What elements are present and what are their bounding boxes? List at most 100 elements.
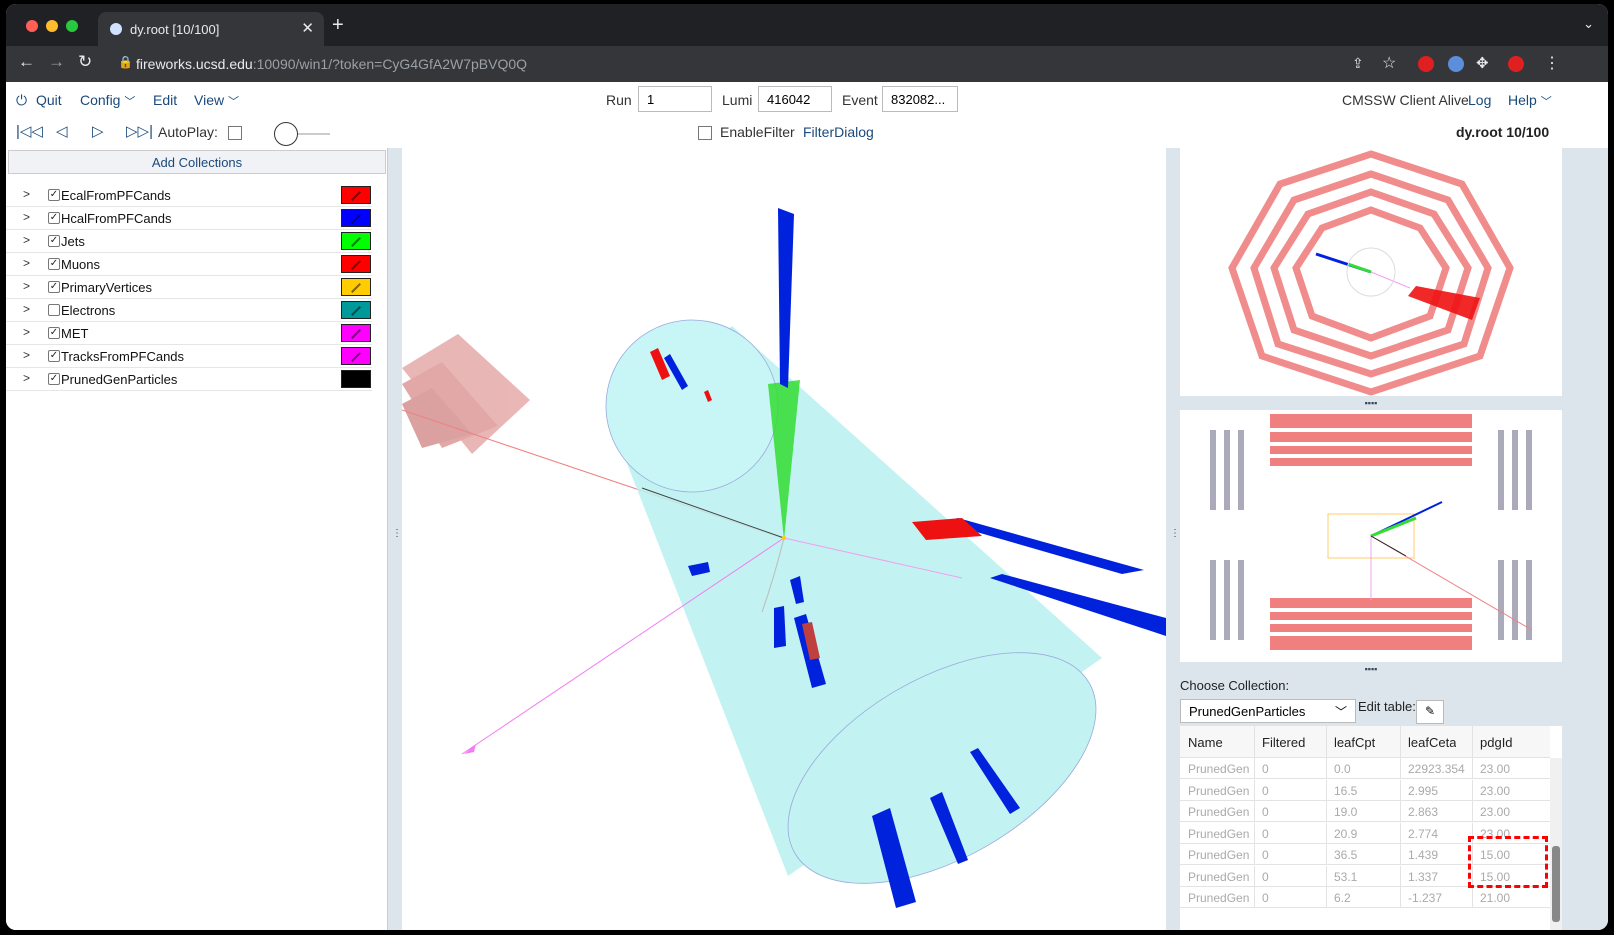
forward-arrow-icon[interactable]: →: [48, 52, 65, 72]
table-row[interactable]: PrunedGen 0 16.5 2.995 23.00: [1180, 779, 1550, 801]
reload-icon[interactable]: ↻: [78, 52, 92, 72]
collection-row[interactable]: > ✓ Muons: [6, 253, 372, 276]
collection-color-swatch[interactable]: [341, 324, 371, 342]
rphi-view[interactable]: [1180, 148, 1562, 396]
collection-label: PrunedGenParticles: [61, 372, 178, 387]
collection-row[interactable]: > ✓ EcalFromPFCands: [6, 184, 372, 207]
collection-visibility-checkbox[interactable]: ✓: [48, 281, 60, 293]
extension-shield-icon[interactable]: [1418, 56, 1434, 72]
browser-menu-icon[interactable]: ⋮: [1544, 53, 1560, 73]
chevron-down-icon: ﹀: [124, 96, 136, 108]
table-cell: PrunedGen: [1188, 869, 1250, 884]
enable-filter-checkbox[interactable]: [698, 126, 712, 140]
column-header[interactable]: Filtered: [1262, 735, 1305, 750]
collection-row[interactable]: > ✓ TracksFromPFCands: [6, 345, 372, 368]
window-close-dot[interactable]: [26, 20, 38, 32]
new-tab-button[interactable]: +: [332, 14, 344, 37]
chevron-right-icon[interactable]: >: [23, 325, 30, 339]
collection-visibility-checkbox[interactable]: ✓: [48, 258, 60, 270]
profile-avatar-icon[interactable]: [1508, 56, 1524, 72]
collection-row[interactable]: > ✓ HcalFromPFCands: [6, 207, 372, 230]
slider-handle[interactable]: [274, 122, 298, 146]
table-header-row: Name Filtered leafCpt leafCeta pdgId: [1180, 726, 1550, 758]
right-splitter[interactable]: ⋮: [1166, 148, 1180, 930]
collection-visibility-checkbox[interactable]: ✓: [48, 350, 60, 362]
tab-close-icon[interactable]: ✕: [301, 19, 314, 37]
column-header[interactable]: pdgId: [1480, 735, 1513, 750]
splitter-grip-icon: ⋮: [392, 528, 402, 539]
first-event-icon[interactable]: |◁◁: [16, 122, 43, 140]
browser-tab[interactable]: dy.root [10/100] ✕: [98, 12, 324, 46]
collection-visibility-checkbox[interactable]: ✓: [48, 212, 60, 224]
previous-event-icon[interactable]: ◁: [56, 122, 68, 140]
view-menu[interactable]: View ﹀: [194, 92, 239, 109]
edit-menu[interactable]: Edit: [153, 92, 177, 108]
chevron-right-icon[interactable]: >: [23, 302, 30, 316]
collection-color-swatch[interactable]: [341, 370, 371, 388]
collection-label: Electrons: [61, 303, 116, 318]
chevron-right-icon[interactable]: >: [23, 279, 30, 293]
help-menu[interactable]: Help ﹀: [1508, 92, 1552, 109]
chevron-right-icon[interactable]: >: [23, 210, 30, 224]
collection-row[interactable]: > ✓ PrunedGenParticles: [6, 368, 372, 391]
url-input[interactable]: 🔒 fireworks.ucsd.edu:10090/win1/?token=C…: [106, 50, 1276, 78]
view-resize-handle[interactable]: ▪▪▪▪: [1180, 664, 1562, 674]
collection-row[interactable]: > Electrons: [6, 299, 372, 322]
3d-event-view[interactable]: [402, 148, 1166, 930]
collection-visibility-checkbox[interactable]: ✓: [48, 327, 60, 339]
collection-select[interactable]: PrunedGenParticles ﹀: [1180, 699, 1356, 723]
collection-color-swatch[interactable]: [341, 186, 371, 204]
log-link[interactable]: Log: [1468, 92, 1491, 108]
next-event-icon[interactable]: ▷: [92, 122, 104, 140]
collection-row[interactable]: > ✓ Jets: [6, 230, 372, 253]
run-input[interactable]: 1: [638, 86, 712, 112]
collection-color-swatch[interactable]: [341, 209, 371, 227]
column-header[interactable]: leafCpt: [1334, 735, 1375, 750]
detector-cylinder: [605, 319, 1102, 884]
view-resize-handle[interactable]: ▪▪▪▪: [1180, 398, 1562, 408]
collection-color-swatch[interactable]: [341, 232, 371, 250]
collection-color-swatch[interactable]: [341, 255, 371, 273]
edit-table-button[interactable]: ✎: [1416, 700, 1444, 724]
table-row[interactable]: PrunedGen 0 0.0 22923.354 23.00: [1180, 758, 1550, 779]
extension-compass-icon[interactable]: [1448, 56, 1464, 72]
collection-visibility-checkbox[interactable]: [48, 304, 60, 316]
autoplay-checkbox[interactable]: [228, 126, 242, 140]
window-maximize-dot[interactable]: [66, 20, 78, 32]
filter-dialog-link[interactable]: FilterDialog: [803, 124, 874, 140]
chevron-right-icon[interactable]: >: [23, 371, 30, 385]
column-header[interactable]: leafCeta: [1408, 735, 1456, 750]
config-menu[interactable]: Config ﹀: [80, 92, 135, 109]
quit-menu[interactable]: Quit: [36, 92, 62, 108]
left-splitter[interactable]: ⋮: [388, 148, 402, 930]
lumi-input[interactable]: 416042: [758, 86, 832, 112]
collection-row[interactable]: > ✓ MET: [6, 322, 372, 345]
rhoz-view[interactable]: [1180, 410, 1562, 662]
table-row[interactable]: PrunedGen 0 6.2 -1.237 21.00: [1180, 887, 1550, 908]
collection-color-swatch[interactable]: [341, 301, 371, 319]
back-arrow-icon[interactable]: ←: [18, 52, 35, 72]
bookmark-star-icon[interactable]: ☆: [1382, 53, 1396, 73]
3d-scene-svg: [402, 208, 1166, 908]
table-row[interactable]: PrunedGen 0 19.0 2.863 23.00: [1180, 801, 1550, 822]
window-minimize-dot[interactable]: [46, 20, 58, 32]
chevron-right-icon[interactable]: >: [23, 348, 30, 362]
event-input[interactable]: 832082...: [882, 86, 958, 112]
tab-search-chevron-icon[interactable]: ⌄: [1583, 16, 1594, 32]
collection-row[interactable]: > ✓ PrimaryVertices: [6, 276, 372, 299]
collection-visibility-checkbox[interactable]: ✓: [48, 189, 60, 201]
column-header[interactable]: Name: [1188, 735, 1223, 750]
chevron-right-icon[interactable]: >: [23, 187, 30, 201]
table-scroll-thumb[interactable]: [1552, 846, 1560, 922]
collection-visibility-checkbox[interactable]: ✓: [48, 373, 60, 385]
extensions-puzzle-icon[interactable]: ✥: [1476, 54, 1489, 72]
chevron-right-icon[interactable]: >: [23, 256, 30, 270]
collection-color-swatch[interactable]: [341, 347, 371, 365]
last-event-icon[interactable]: ▷▷|: [126, 122, 153, 140]
collection-color-swatch[interactable]: [341, 278, 371, 296]
table-cell: 19.0: [1334, 805, 1358, 819]
share-icon[interactable]: ⇪: [1352, 55, 1364, 72]
collection-visibility-checkbox[interactable]: ✓: [48, 235, 60, 247]
add-collections-button[interactable]: Add Collections: [8, 150, 386, 174]
chevron-right-icon[interactable]: >: [23, 233, 30, 247]
